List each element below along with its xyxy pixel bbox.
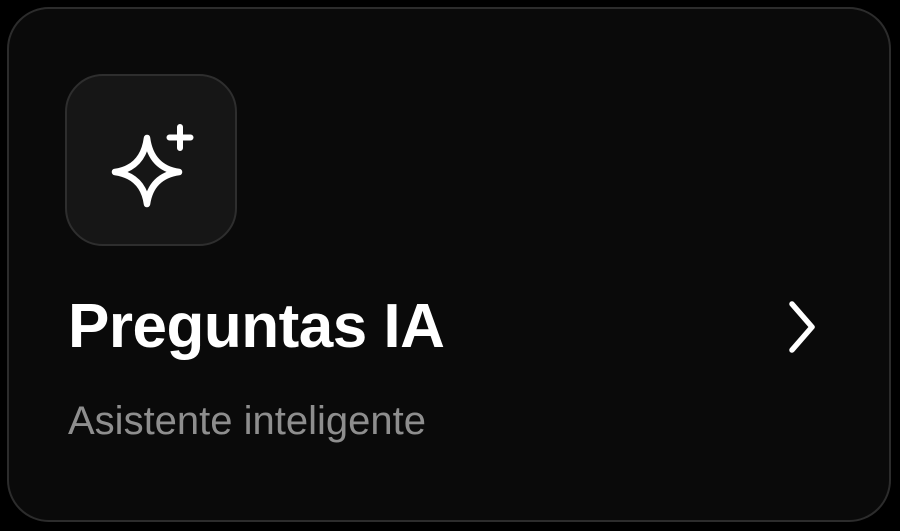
chevron-right-icon[interactable] (777, 294, 827, 360)
preguntas-ia-card[interactable]: Preguntas IA Asistente inteligente (7, 7, 891, 522)
sparkle-icon (111, 124, 194, 208)
card-subtitle: Asistente inteligente (68, 399, 427, 443)
card-title: Preguntas IA (68, 292, 445, 361)
icon-tile (65, 74, 237, 246)
